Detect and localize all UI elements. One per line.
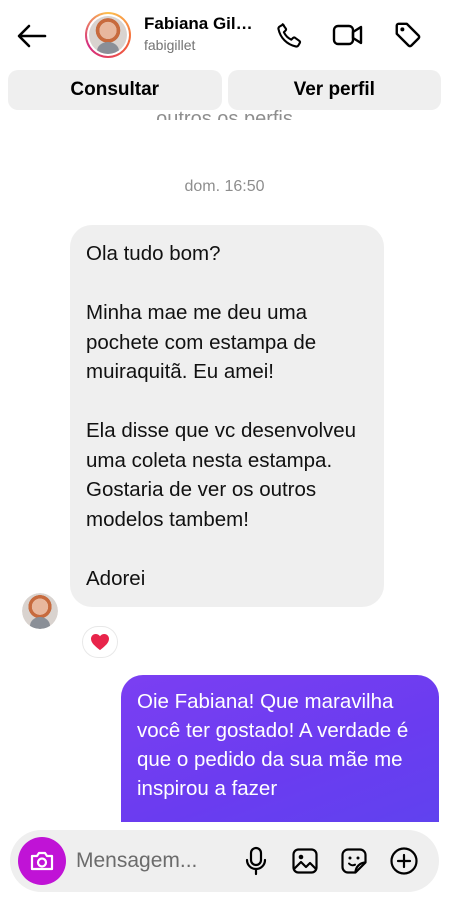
avatar[interactable]: [85, 12, 131, 58]
view-profile-button[interactable]: Ver perfil: [227, 70, 441, 110]
voice-message-button[interactable]: [240, 845, 272, 877]
more-button[interactable]: [388, 845, 420, 877]
message-timestamp: dom. 16:50: [184, 178, 265, 195]
image-icon: [292, 848, 318, 874]
label-button[interactable]: [391, 18, 425, 52]
contact-name[interactable]: Fabiana Gillet: [144, 14, 254, 34]
message-composer: [10, 830, 439, 892]
sender-avatar[interactable]: [22, 593, 58, 629]
sticker-icon: [341, 848, 367, 874]
video-call-button[interactable]: [331, 18, 365, 52]
message-line: Ela disse que vc desenvolveu uma coleta …: [86, 419, 357, 531]
heart-icon: [91, 633, 109, 651]
plus-circle-icon: [390, 847, 418, 875]
arrow-left-icon: [17, 24, 47, 48]
contact-username[interactable]: fabigillet: [144, 37, 195, 53]
consult-button[interactable]: Consultar: [8, 70, 222, 110]
message-text: Oie Fabiana! Que maravilha você ter gost…: [137, 690, 409, 800]
message-input[interactable]: [76, 846, 234, 876]
profile-actions: Consultar Ver perfil: [8, 70, 441, 110]
message-line: Ola tudo bom?: [86, 242, 221, 265]
profile-photo: [89, 16, 127, 54]
call-button[interactable]: [272, 18, 306, 52]
back-button[interactable]: [14, 18, 50, 54]
phone-icon: [277, 23, 302, 48]
incoming-message[interactable]: Ola tudo bom? Minha mae me deu uma poche…: [70, 225, 384, 607]
message-line: Adorei: [86, 566, 146, 590]
camera-icon: [30, 851, 54, 871]
microphone-icon: [245, 846, 267, 876]
gallery-button[interactable]: [289, 845, 321, 877]
chat-header: Fabiana Gillet fabigillet: [0, 0, 449, 70]
camera-button[interactable]: [18, 837, 66, 885]
profile-photo: [22, 593, 58, 629]
message-line: Minha mae me deu uma pochete com estampa…: [86, 301, 317, 383]
video-camera-icon: [332, 24, 363, 46]
sticker-button[interactable]: [338, 845, 370, 877]
message-reaction[interactable]: [83, 627, 117, 657]
tag-icon: [395, 22, 421, 48]
